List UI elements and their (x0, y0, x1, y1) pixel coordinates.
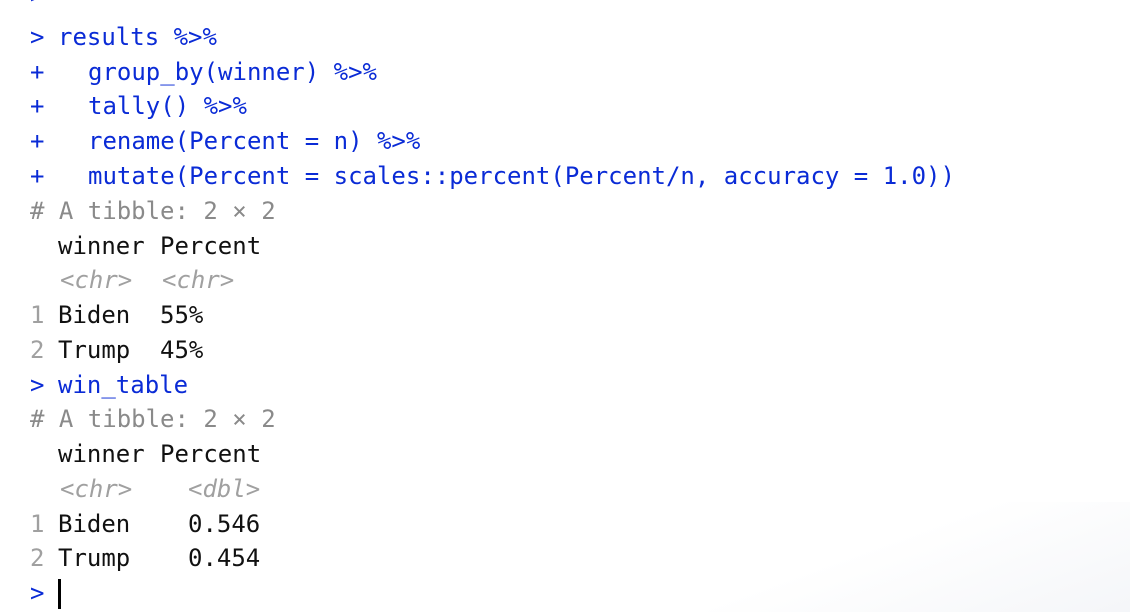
column-type-percent: <chr> (162, 266, 235, 294)
tibble-column-names: winner Percent (0, 229, 261, 263)
tibble-header: # A tibble: 2 × 2 (0, 402, 276, 436)
code-text: group_by(winner) %>% (88, 58, 377, 86)
code-text: mutate(Percent = scales::percent(Percent… (88, 162, 955, 190)
window-shadow (700, 502, 1130, 612)
prompt-symbol: > (30, 23, 45, 51)
cell-percent: 45% (160, 336, 204, 364)
continuation-symbol: + (30, 127, 45, 155)
console-continuation-line: + tally() %>% (0, 89, 247, 123)
console-active-input[interactable]: > (0, 576, 61, 610)
tibble-column-types: <chr> <dbl> (0, 472, 260, 506)
cell-winner: Trump (58, 336, 131, 364)
row-index: 2 (30, 336, 45, 364)
prompt-symbol: > (30, 371, 45, 399)
text-cursor[interactable] (58, 579, 61, 609)
column-name-percent: Percent (160, 232, 262, 260)
row-index: 1 (30, 510, 45, 538)
console-input-line: > win_table (0, 368, 188, 402)
tibble-header-text: # A tibble: 2 × 2 (30, 405, 276, 433)
tibble-column-types: <chr> <chr> (0, 263, 234, 297)
column-name-winner: winner (58, 440, 145, 468)
continuation-symbol: + (30, 162, 45, 190)
column-name-winner: winner (58, 232, 145, 260)
cell-percent: 0.454 (188, 544, 261, 572)
prompt-symbol: > (30, 0, 44, 12)
tibble-column-names: winner Percent (0, 437, 261, 471)
column-name-percent: Percent (160, 440, 262, 468)
row-index: 1 (30, 301, 45, 329)
cell-percent: 0.546 (188, 510, 261, 538)
table-row: 1 Biden 0.546 (0, 507, 260, 541)
console-continuation-line: + rename(Percent = n) %>% (0, 124, 420, 158)
row-index: 2 (30, 544, 45, 572)
tibble-header-text: # A tibble: 2 × 2 (30, 197, 276, 225)
cell-winner: Biden (58, 301, 131, 329)
cell-winner: Trump (58, 544, 131, 572)
prompt-symbol: > (30, 579, 45, 607)
code-text: rename(Percent = n) %>% (88, 127, 421, 155)
console-continuation-line: + mutate(Percent = scales::percent(Perce… (0, 159, 955, 193)
console-input-line: > results %>% (0, 20, 217, 54)
table-row: 1 Biden 55% (0, 298, 203, 332)
tibble-header: # A tibble: 2 × 2 (0, 194, 276, 228)
column-type-percent: <dbl> (188, 475, 261, 503)
console-continuation-line: + group_by(winner) %>% (0, 55, 377, 89)
continuation-symbol: + (30, 92, 45, 120)
continuation-symbol: + (30, 58, 45, 86)
code-text: tally() %>% (88, 92, 247, 120)
table-row: 2 Trump 45% (0, 333, 203, 367)
column-type-winner: <chr> (60, 475, 133, 503)
cell-percent: 55% (160, 301, 204, 329)
r-console[interactable]: > > results %>% + group_by(winner) %>% +… (0, 0, 1130, 612)
code-text: win_table (58, 371, 189, 399)
cell-winner: Biden (58, 510, 131, 538)
column-type-winner: <chr> (60, 266, 133, 294)
table-row: 2 Trump 0.454 (0, 541, 260, 575)
code-text: results %>% (58, 23, 217, 51)
